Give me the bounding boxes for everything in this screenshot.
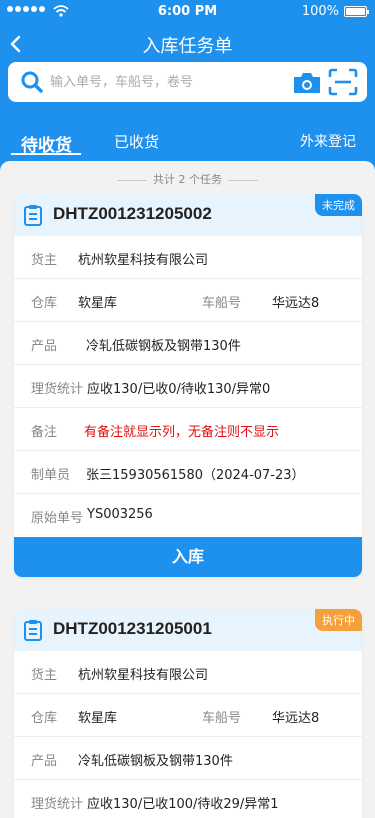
search-box	[8, 62, 367, 102]
tab-external-register[interactable]: 外来登记	[300, 131, 356, 151]
order-number: DHTZ001231205002	[53, 204, 212, 223]
order-number: DHTZ001231205001	[53, 619, 212, 638]
product-value: 冷轧低碳钢板及钢带130件	[86, 339, 241, 354]
owner-label: 货主	[31, 253, 58, 268]
owner-value: 杭州软星科技有限公司	[78, 253, 209, 268]
row-owner: 货主 杭州软星科技有限公司	[14, 236, 362, 279]
stats-label: 理货统计	[31, 382, 84, 397]
search-input[interactable]	[50, 71, 280, 93]
row-warehouse: 仓库 软星库 车船号 华远达8	[14, 279, 362, 322]
product-value: 冷轧低碳钢板及钢带130件	[78, 754, 233, 769]
remark-label: 备注	[31, 425, 58, 440]
row-product: 产品 冷轧低碳钢板及钢带130件	[14, 322, 362, 365]
stats-label: 理货统计	[31, 797, 84, 812]
scan-icon[interactable]	[328, 68, 358, 96]
vehicle-label: 车船号	[202, 711, 242, 726]
warehouse-label: 仓库	[31, 296, 58, 311]
status-badge: 未完成	[315, 194, 362, 216]
divider-line	[117, 179, 147, 181]
status-badge: 执行中	[315, 609, 362, 631]
document-icon	[24, 205, 42, 226]
camera-icon[interactable]	[292, 71, 322, 95]
status-bar: 6:00 PM 100%	[0, 0, 375, 24]
origin-label: 原始单号	[31, 511, 84, 526]
vehicle-value: 华远达8	[272, 296, 320, 311]
task-count: 共计 2 个任务	[0, 171, 375, 187]
remark-value: 有备注就显示列，无备注则不显示	[84, 425, 280, 440]
document-icon	[24, 620, 42, 641]
order-card[interactable]: DHTZ001231205001 执行中 货主 杭州软星科技有限公司 仓库 软星…	[14, 609, 362, 818]
battery-icon	[344, 6, 369, 17]
creator-value: 张三15930561580（2024-07-23）	[86, 468, 305, 483]
battery-percent: 100%	[301, 4, 339, 19]
order-card-header: DHTZ001231205001 执行中	[14, 609, 362, 651]
row-warehouse: 仓库 软星库 车船号 华远达8	[14, 694, 362, 737]
search-icon	[21, 71, 43, 93]
page-title: 入库任务单	[142, 36, 233, 57]
row-creator: 制单员 张三15930561580（2024-07-23）	[14, 451, 362, 494]
divider-line	[228, 179, 258, 181]
row-origin: 原始单号 YS003256	[14, 494, 362, 537]
product-label: 产品	[31, 339, 58, 354]
vehicle-value: 华远达8	[272, 711, 320, 726]
order-card-header: DHTZ001231205002 未完成	[14, 194, 362, 236]
origin-value: YS003256	[87, 507, 153, 522]
tab-received[interactable]: 已收货	[114, 131, 159, 152]
task-count-text: 共计 2 个任务	[153, 173, 222, 186]
stats-value: 应收130/已收0/待收130/异常0	[87, 382, 271, 397]
row-stats: 理货统计 应收130/已收0/待收130/异常0	[14, 365, 362, 408]
row-product: 产品 冷轧低碳钢板及钢带130件	[14, 737, 362, 780]
stats-value: 应收130/已收100/待收29/异常1	[87, 797, 279, 812]
tab-active-indicator	[11, 153, 81, 155]
warehouse-value: 软星库	[78, 296, 118, 311]
creator-label: 制单员	[31, 468, 71, 483]
owner-label: 货主	[31, 668, 58, 683]
vehicle-label: 车船号	[202, 296, 242, 311]
order-card[interactable]: DHTZ001231205002 未完成 货主 杭州软星科技有限公司 仓库 软星…	[14, 194, 362, 577]
row-owner: 货主 杭州软星科技有限公司	[14, 651, 362, 694]
row-stats: 理货统计 应收130/已收100/待收29/异常1	[14, 780, 362, 818]
warehouse-value: 软星库	[78, 711, 118, 726]
warehouse-label: 仓库	[31, 711, 58, 726]
product-label: 产品	[31, 754, 58, 769]
stock-in-button[interactable]: 入库	[14, 537, 362, 577]
row-remark: 备注 有备注就显示列，无备注则不显示	[14, 408, 362, 451]
owner-value: 杭州软星科技有限公司	[78, 668, 209, 683]
